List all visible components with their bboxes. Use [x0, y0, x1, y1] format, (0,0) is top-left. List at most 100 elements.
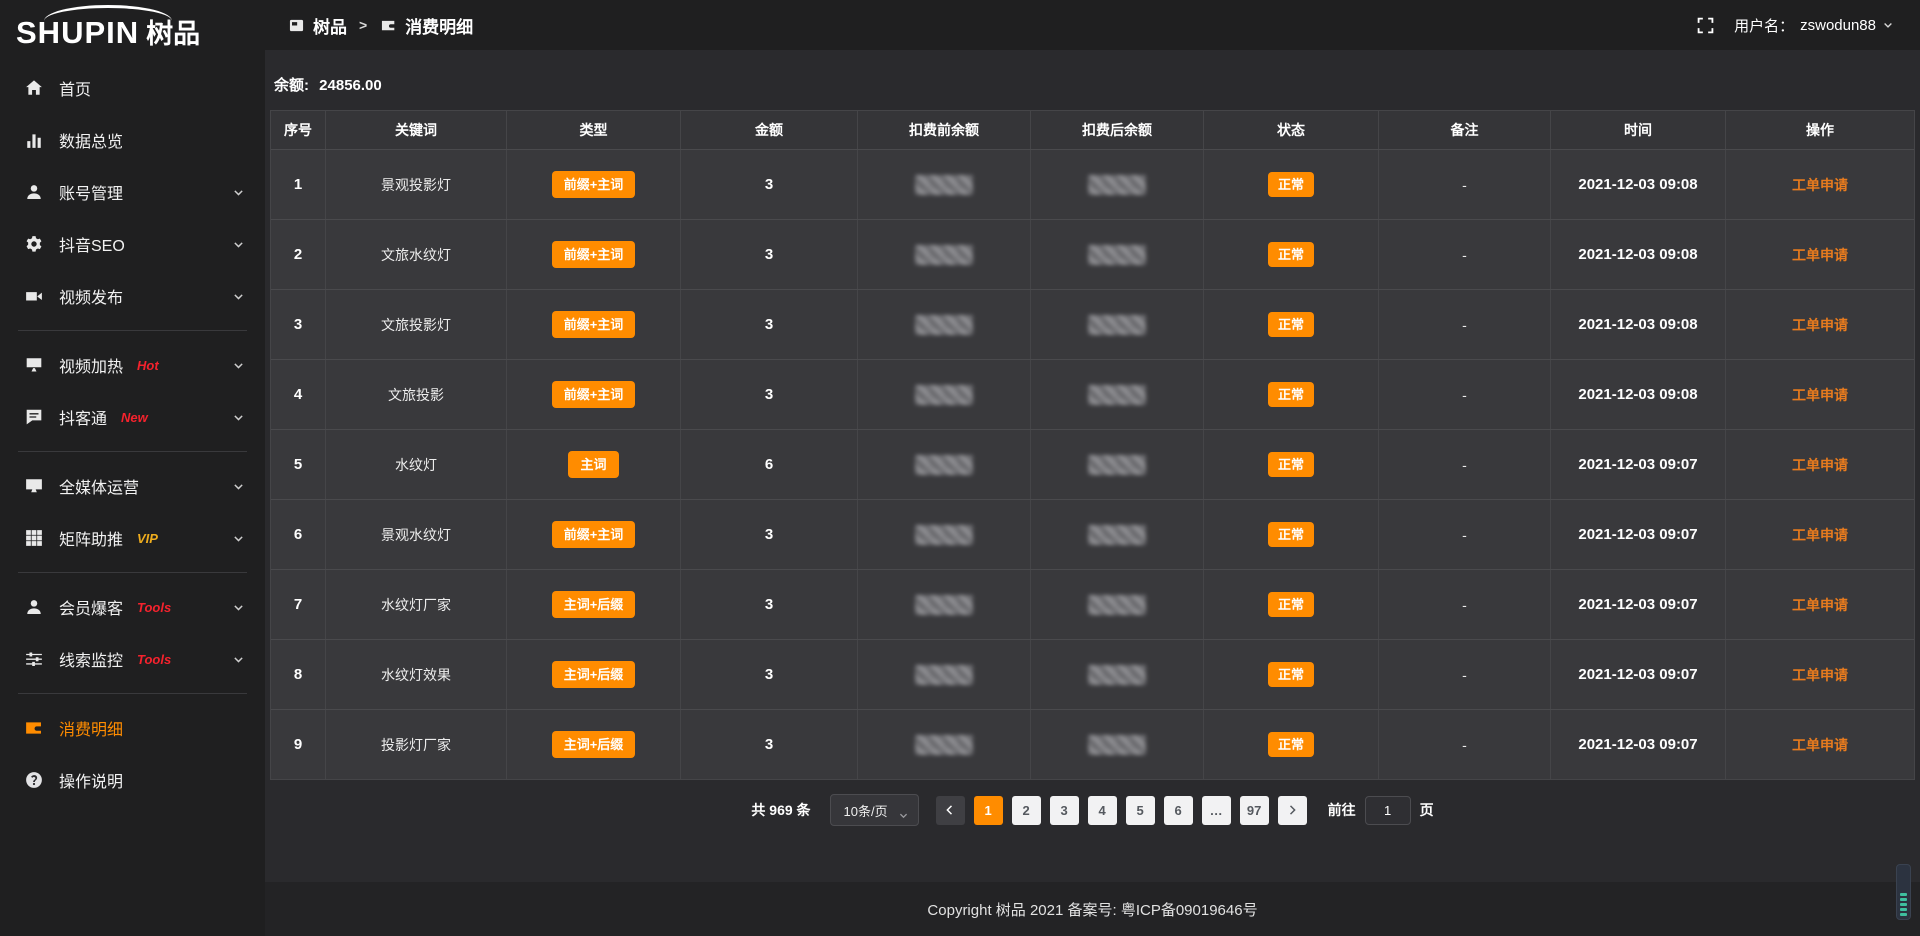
page-button-97[interactable]: 97 — [1240, 796, 1269, 825]
breadcrumb-item-root[interactable]: 树品 — [287, 13, 347, 38]
sidebar-item-publish[interactable]: 视频发布 — [0, 270, 265, 322]
work-order-link[interactable]: 工单申请 — [1792, 525, 1848, 545]
work-order-link[interactable]: 工单申请 — [1792, 315, 1848, 335]
logo-arc-decoration — [44, 5, 172, 21]
page-ellipsis-button[interactable]: … — [1202, 796, 1231, 825]
cell-amount: 3 — [681, 710, 858, 779]
total-count: 共 969 条 — [751, 800, 810, 820]
user-menu[interactable]: 用户名： zswodun88 — [1734, 15, 1894, 36]
sidebar-divider — [18, 330, 247, 331]
cell-status: 正常 — [1204, 220, 1379, 289]
wallet-icon — [379, 16, 398, 35]
page-button-4[interactable]: 4 — [1088, 796, 1117, 825]
app-icon — [287, 16, 306, 35]
cell-balance-after — [1031, 360, 1204, 429]
work-order-link[interactable]: 工单申请 — [1792, 595, 1848, 615]
work-order-link[interactable]: 工单申请 — [1792, 175, 1848, 195]
cell-remark: - — [1379, 500, 1551, 569]
cell-time: 2021-12-03 09:07 — [1551, 430, 1726, 499]
cell-remark: - — [1379, 220, 1551, 289]
column-header: 序号 — [271, 111, 326, 149]
work-order-link[interactable]: 工单申请 — [1792, 735, 1848, 755]
page-buttons: 123456 … 97 — [974, 796, 1269, 825]
table-row: 2 文旅水纹灯 前缀+主词 3 正常 - 2021-12-03 09:08 工单… — [271, 219, 1914, 289]
sidebar-item-label: 抖客通 — [59, 405, 107, 429]
cell-keyword: 景观水纹灯 — [326, 500, 507, 569]
breadcrumb-item-current[interactable]: 消费明细 — [379, 13, 473, 38]
sidebar-item-matrix[interactable]: 矩阵助推 VIP — [0, 512, 265, 564]
sidebar-item-douketong[interactable]: 抖客通 New — [0, 391, 265, 443]
cell-type: 主词 — [507, 430, 681, 499]
goto-page-input[interactable] — [1365, 796, 1411, 825]
page-button-6[interactable]: 6 — [1164, 796, 1193, 825]
sidebar-item-douyinseo[interactable]: 抖音SEO — [0, 218, 265, 270]
sidebar-item-consume[interactable]: 消费明细 — [0, 702, 265, 754]
page-button-1[interactable]: 1 — [974, 796, 1003, 825]
user-icon — [24, 183, 43, 202]
page-button-3[interactable]: 3 — [1050, 796, 1079, 825]
sidebar-item-label: 消费明细 — [59, 716, 123, 740]
sidebar-item-member[interactable]: 会员爆客 Tools — [0, 581, 265, 633]
sidebar-item-home[interactable]: 首页 — [0, 62, 265, 114]
column-header: 扣费后余额 — [1031, 111, 1204, 149]
brand-logo[interactable]: SHUPIN 树品 — [0, 0, 265, 52]
chevron-down-icon — [1882, 19, 1894, 31]
sidebar-item-tag: Tools — [137, 600, 171, 615]
cell-time: 2021-12-03 09:08 — [1551, 360, 1726, 429]
cell-type: 前缀+主词 — [507, 290, 681, 359]
cell-action: 工单申请 — [1726, 290, 1914, 359]
sidebar-item-label: 全媒体运营 — [59, 474, 139, 498]
cell-balance-before — [858, 710, 1031, 779]
work-order-link[interactable]: 工单申请 — [1792, 245, 1848, 265]
masked-balance-after — [1088, 665, 1146, 685]
page-size-select[interactable]: 10条/页 — [830, 794, 919, 826]
prev-page-button[interactable] — [936, 796, 965, 825]
sidebar-item-account[interactable]: 账号管理 — [0, 166, 265, 218]
table-row: 8 水纹灯效果 主词+后缀 3 正常 - 2021-12-03 09:07 工单… — [271, 639, 1914, 709]
sidebar-item-heat[interactable]: 视频加热 Hot — [0, 339, 265, 391]
cell-balance-after — [1031, 710, 1204, 779]
cell-balance-before — [858, 640, 1031, 709]
sidebar: SHUPIN 树品 首页 数据总览 账号管理 抖音SEO 视频发布 视频加热 H… — [0, 0, 265, 936]
column-header: 时间 — [1551, 111, 1726, 149]
work-order-link[interactable]: 工单申请 — [1792, 665, 1848, 685]
masked-balance-after — [1088, 385, 1146, 405]
cell-balance-before — [858, 150, 1031, 219]
cell-time: 2021-12-03 09:08 — [1551, 220, 1726, 289]
cell-index: 2 — [271, 220, 326, 289]
cell-balance-before — [858, 570, 1031, 639]
sidebar-item-label: 账号管理 — [59, 180, 123, 204]
grid-icon — [24, 529, 43, 548]
goto-label: 前往 — [1328, 800, 1356, 820]
cell-keyword: 文旅投影灯 — [326, 290, 507, 359]
balance-label: 余额: — [274, 77, 309, 94]
widget-stripe — [1900, 908, 1907, 911]
table-row: 4 文旅投影 前缀+主词 3 正常 - 2021-12-03 09:08 工单申… — [271, 359, 1914, 429]
column-header: 扣费前余额 — [858, 111, 1031, 149]
work-order-link[interactable]: 工单申请 — [1792, 385, 1848, 405]
scroll-widget[interactable] — [1896, 864, 1911, 920]
cell-action: 工单申请 — [1726, 150, 1914, 219]
cell-amount: 3 — [681, 220, 858, 289]
work-order-link[interactable]: 工单申请 — [1792, 455, 1848, 475]
cell-status: 正常 — [1204, 710, 1379, 779]
status-badge: 正常 — [1268, 242, 1314, 267]
footer: Copyright 树品 2021 备案号: 粤ICP备09019646号 — [265, 882, 1920, 936]
status-badge: 正常 — [1268, 732, 1314, 757]
page-button-2[interactable]: 2 — [1012, 796, 1041, 825]
cell-action: 工单申请 — [1726, 430, 1914, 499]
sidebar-item-help[interactable]: 操作说明 — [0, 754, 265, 806]
type-badge: 前缀+主词 — [552, 381, 636, 408]
next-page-button[interactable] — [1278, 796, 1307, 825]
sidebar-item-data[interactable]: 数据总览 — [0, 114, 265, 166]
fullscreen-icon[interactable] — [1697, 17, 1714, 34]
page-button-5[interactable]: 5 — [1126, 796, 1155, 825]
cell-balance-after — [1031, 640, 1204, 709]
sidebar-item-tag: New — [121, 410, 148, 425]
masked-balance-before — [915, 385, 973, 405]
cell-keyword: 水纹灯 — [326, 430, 507, 499]
sidebar-item-media[interactable]: 全媒体运营 — [0, 460, 265, 512]
username-value: zswodun88 — [1800, 17, 1876, 34]
cell-keyword: 水纹灯厂家 — [326, 570, 507, 639]
sidebar-item-clue[interactable]: 线索监控 Tools — [0, 633, 265, 685]
